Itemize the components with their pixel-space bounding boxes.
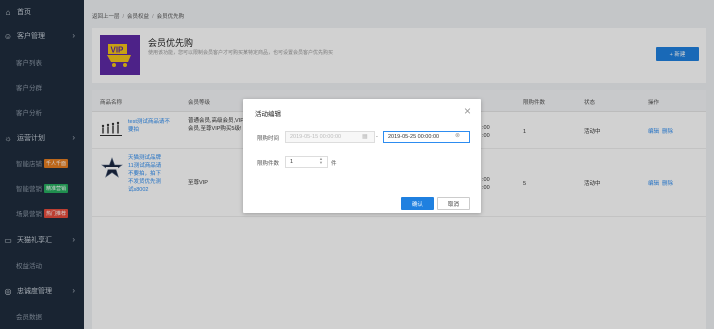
close-icon[interactable]: × (464, 105, 471, 117)
count-unit: 件 (331, 161, 337, 167)
clear-icon[interactable]: ⊗ (455, 132, 460, 139)
calendar-icon: ▦ (362, 134, 368, 140)
cancel-button[interactable]: 取消 (437, 197, 470, 210)
range-separator: - (376, 134, 378, 140)
time-label: 限购时间 (257, 136, 280, 142)
stepper-arrows-icon[interactable]: ▲ ▼ (319, 157, 323, 165)
count-label: 限购件数 (257, 161, 280, 167)
edit-activity-dialog: 活动编辑 × 限购时间 2019-05-15 00:00:00 ▦ - 2019… (243, 99, 481, 213)
confirm-button[interactable]: 确认 (401, 197, 434, 210)
dialog-title: 活动编辑 (255, 111, 281, 118)
